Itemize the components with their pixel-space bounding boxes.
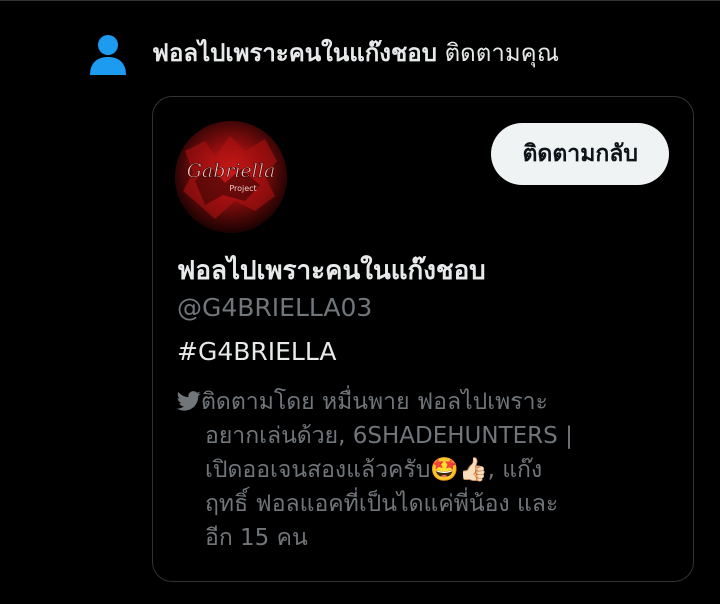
avatar[interactable]: Gabriella Project xyxy=(175,121,287,233)
avatar-subtext: Project xyxy=(229,184,256,193)
followed-by-text: ติดตามโดย หมื่นพาย ฟอลไปเพราะ xyxy=(201,389,548,415)
person-icon xyxy=(88,34,128,76)
follow-back-button[interactable]: ติดตามกลับ xyxy=(491,123,669,185)
profile-bio: #G4BRIELLA xyxy=(177,337,337,366)
followed-by-info: ติดตามโดย หมื่นพาย ฟอลไปเพราะ อยากเล่นด้… xyxy=(176,385,667,555)
profile-card[interactable]: Gabriella Project ติดตามกลับ ฟอลไปเพราะค… xyxy=(152,96,694,582)
top-divider xyxy=(0,0,720,1)
followed-by-line: ติดตามโดย หมื่นพาย ฟอลไปเพราะ xyxy=(176,385,667,419)
followed-by-line: อีก 15 คน xyxy=(205,525,308,551)
followed-by-line: ฤทธิ์ ฟอลแอคที่เป็นไดแค่พี่น้อง และ xyxy=(205,491,559,517)
avatar-text: Gabriella xyxy=(187,160,276,182)
followed-by-line: เปิดออเจนสองแล้วครับ🤩👍🏻, แก๊ง xyxy=(205,457,543,483)
notification-user-name[interactable]: ฟอลไปเพราะคนในแก๊งชอบ xyxy=(152,39,437,67)
follow-notification[interactable]: ฟอลไปเพราะคนในแก๊งชอบ ติดตามคุณ xyxy=(88,34,708,78)
bird-icon xyxy=(176,387,201,411)
profile-handle[interactable]: @G4BRIELLA03 xyxy=(177,291,372,325)
followed-by-line: อยากเล่นด้วย, 6SHADEHUNTERS | xyxy=(205,423,573,449)
notification-action: ติดตามคุณ xyxy=(436,39,559,67)
notification-text: ฟอลไปเพราะคนในแก๊งชอบ ติดตามคุณ xyxy=(152,36,559,70)
profile-display-name[interactable]: ฟอลไปเพราะคนในแก๊งชอบ xyxy=(177,253,486,289)
